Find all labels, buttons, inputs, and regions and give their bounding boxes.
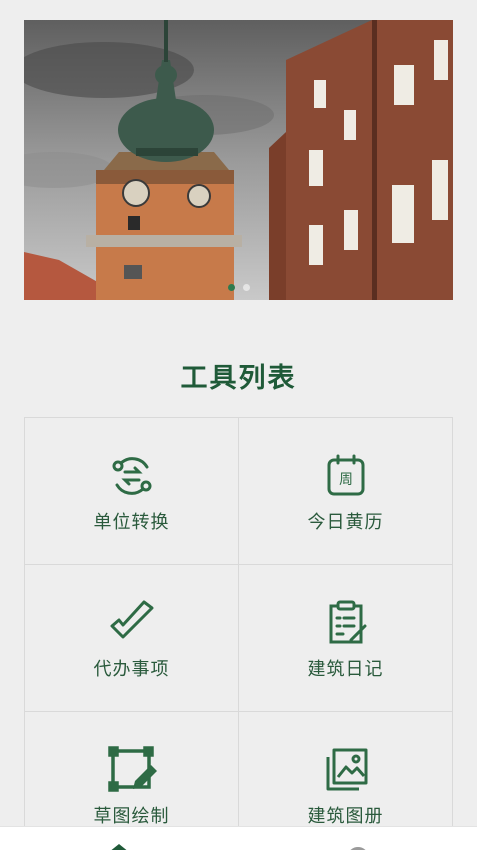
user-icon[interactable] [346,841,370,850]
tool-label: 单位转换 [93,512,170,533]
banner-carousel[interactable] [24,20,453,300]
banner-image [24,20,453,300]
tool-label: 建筑日记 [307,659,384,680]
tools-grid: 单位转换 周 今日黄历 代办事项 建筑日记 草图绘制 建筑图册 [24,417,453,850]
home-icon[interactable] [104,841,134,850]
tool-label: 建筑图册 [307,806,384,827]
carousel-indicator [24,284,453,291]
carousel-dot[interactable] [242,284,250,291]
clipboard-diary-icon [321,598,371,648]
todo-check-icon [107,598,157,648]
tool-label: 草图绘制 [93,806,170,827]
carousel-dot-active[interactable] [227,284,235,291]
tool-unit-convert[interactable]: 单位转换 [25,418,239,565]
photo-album-icon [321,745,371,795]
tool-calendar[interactable]: 周 今日黄历 [239,418,453,565]
tools-section-title: 工具列表 [180,363,297,394]
svg-text:周: 周 [339,472,353,488]
sketch-draw-icon [107,745,157,795]
calendar-icon: 周 [321,451,371,501]
tool-building-diary[interactable]: 建筑日记 [239,565,453,712]
bottom-tab-bar [0,826,477,850]
unit-convert-icon [107,451,157,501]
tool-label: 今日黄历 [307,512,384,533]
tool-label: 代办事项 [93,659,170,680]
tool-todo[interactable]: 代办事项 [25,565,239,712]
